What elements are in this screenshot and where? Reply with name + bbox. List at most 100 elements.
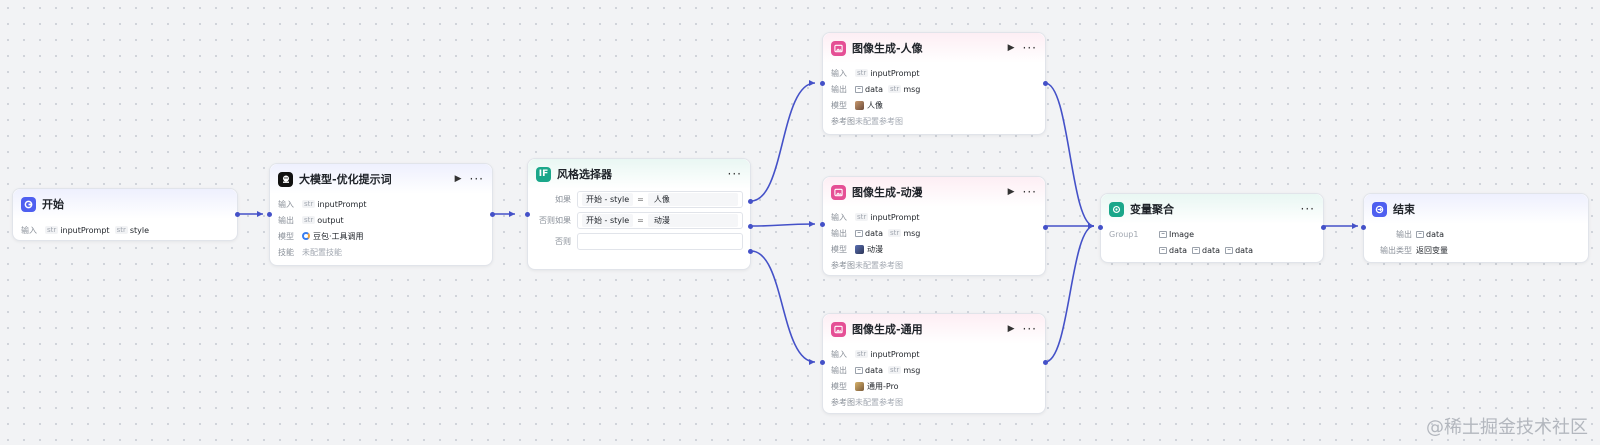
selector-more-button[interactable]: ···: [728, 168, 742, 180]
portrait-node-title: 图像生成-人像: [852, 42, 923, 55]
selector-else-port[interactable]: [748, 249, 753, 254]
aggregate-node-header: 变量聚合 ···: [1101, 194, 1323, 224]
condition-if-operator[interactable]: =: [637, 195, 644, 204]
edge-selector-general: [750, 250, 816, 363]
llm-node[interactable]: 大模型-优化提示词 ▶ ··· 输入 str inputPrompt 输出 str…: [267, 163, 495, 266]
llm-model-value: 豆包·工具调用: [313, 231, 364, 241]
image-gen-anime-node[interactable]: 图像生成-动漫 ▶ ··· 输入 str inputPrompt 输出 data …: [820, 176, 1048, 276]
general-output-label: 输出: [831, 365, 847, 375]
anime-ref-value: 未配置参考图: [855, 260, 903, 270]
general-node-title: 图像生成-通用: [852, 323, 923, 336]
portrait-run-button[interactable]: ▶: [1008, 43, 1015, 53]
aggregate-icon: [1109, 201, 1124, 217]
anime-output-msg: str msg: [888, 228, 921, 238]
anime-output-port[interactable]: [1043, 225, 1048, 230]
aggregate-item-1: data: [1159, 246, 1187, 255]
variable-aggregate-node[interactable]: 变量聚合 ··· Group1 Image data data data: [1098, 193, 1326, 263]
start-icon: [21, 196, 36, 212]
start-node[interactable]: 开始 输入 str inputPrompt str style: [12, 188, 240, 241]
selector-node-header: IF 风格选择器 ···: [528, 159, 750, 189]
connection-edges: [237, 80, 1358, 365]
if-icon: IF: [536, 166, 551, 182]
edge-general-aggregate: [1044, 225, 1095, 363]
anime-node-header: 图像生成-动漫 ▶ ···: [823, 177, 1045, 207]
portrait-model-avatar: [855, 100, 864, 110]
watermark: @稀土掘金技术社区: [1426, 417, 1588, 438]
end-output-type-value: 返回变量: [1416, 245, 1448, 255]
llm-input-var: str inputPrompt: [302, 199, 367, 209]
anime-node-title: 图像生成-动漫: [852, 186, 923, 199]
image-generation-icon: [831, 40, 846, 56]
selector-else-if-port[interactable]: [748, 224, 753, 229]
image-type-icon: [1416, 230, 1424, 238]
start-input-label: 输入: [21, 225, 37, 235]
image-gen-portrait-node[interactable]: 图像生成-人像 ▶ ··· 输入 str inputPrompt 输出 data …: [820, 32, 1048, 135]
end-input-port[interactable]: [1361, 225, 1366, 230]
anime-run-button[interactable]: ▶: [1008, 187, 1015, 197]
llm-icon: [278, 171, 293, 187]
style-selector-node[interactable]: IF 风格选择器 ··· 如果 开始 - style = 人像 否则如果 开始 …: [525, 158, 753, 270]
llm-input-port[interactable]: [267, 212, 272, 217]
portrait-output-port[interactable]: [1043, 81, 1048, 86]
general-model-avatar: [855, 381, 864, 391]
aggregate-more-button[interactable]: ···: [1301, 203, 1315, 215]
general-ref-label: 参考图: [831, 397, 855, 407]
condition-else-if-operator[interactable]: =: [637, 216, 644, 225]
condition-else-if[interactable]: 否则如果 开始 - style = 动漫: [528, 210, 750, 231]
portrait-more-button[interactable]: ···: [1023, 42, 1037, 54]
end-output-type-label: 输出类型: [1380, 245, 1412, 255]
anime-model-value: 动漫: [867, 244, 883, 254]
image-type-icon: [1159, 230, 1167, 238]
portrait-ref-label: 参考图: [831, 116, 855, 126]
llm-output-port[interactable]: [490, 212, 495, 217]
end-node[interactable]: 结束 输出 data 输出类型 返回变量: [1361, 193, 1589, 263]
anime-input-port[interactable]: [820, 222, 825, 227]
selector-if-port[interactable]: [748, 199, 753, 204]
llm-more-button[interactable]: ···: [470, 173, 484, 185]
aggregate-input-port[interactable]: [1098, 225, 1103, 230]
portrait-output-msg: str msg: [888, 84, 921, 94]
condition-else-if-variable[interactable]: 开始 - style: [582, 214, 634, 227]
general-run-button[interactable]: ▶: [1008, 324, 1015, 334]
image-type-icon: [1159, 246, 1167, 254]
portrait-model-label: 模型: [831, 100, 847, 110]
general-output-msg: str msg: [888, 365, 921, 375]
edge-selector-portrait: [750, 82, 816, 202]
selector-node-title: 风格选择器: [557, 168, 612, 181]
anime-input-var: str inputPrompt: [855, 212, 920, 222]
image-gen-general-node[interactable]: 图像生成-通用 ▶ ··· 输入 str inputPrompt 输出 data …: [820, 313, 1048, 414]
selector-input-port[interactable]: [525, 212, 530, 217]
edge-portrait-aggregate: [1044, 82, 1095, 227]
image-type-icon: [1192, 246, 1201, 254]
condition-else-if-value[interactable]: 动漫: [647, 214, 738, 227]
end-icon: [1372, 201, 1387, 217]
aggregate-output-port[interactable]: [1321, 225, 1326, 230]
condition-if-value[interactable]: 人像: [647, 193, 738, 206]
aggregate-group-type: Image: [1159, 230, 1194, 239]
start-output-port[interactable]: [235, 212, 240, 217]
general-node-header: 图像生成-通用 ▶ ···: [823, 314, 1045, 344]
condition-if[interactable]: 如果 开始 - style = 人像: [528, 189, 750, 210]
edge-selector-anime: [750, 223, 816, 227]
condition-else[interactable]: 否则: [528, 231, 750, 252]
portrait-ref-value: 未配置参考图: [855, 116, 903, 126]
general-more-button[interactable]: ···: [1023, 323, 1037, 335]
image-type-icon: [855, 85, 863, 93]
anime-output-label: 输出: [831, 228, 847, 238]
general-input-port[interactable]: [820, 360, 825, 365]
condition-if-variable[interactable]: 开始 - style: [582, 193, 634, 206]
portrait-input-var: str inputPrompt: [855, 68, 920, 78]
general-model-value: 通用-Pro: [867, 381, 899, 391]
aggregate-group-label: Group1: [1109, 229, 1139, 239]
general-output-port[interactable]: [1043, 360, 1048, 365]
aggregate-item-3: data: [1225, 246, 1253, 255]
aggregate-item-2: data: [1192, 246, 1220, 255]
general-ref-value: 未配置参考图: [855, 397, 903, 407]
end-node-header: 结束: [1364, 194, 1588, 224]
anime-more-button[interactable]: ···: [1023, 186, 1037, 198]
portrait-input-port[interactable]: [820, 81, 825, 86]
anime-input-label: 输入: [831, 212, 847, 222]
llm-run-button[interactable]: ▶: [455, 174, 462, 184]
image-generation-icon: [831, 321, 846, 337]
portrait-input-label: 输入: [831, 68, 847, 78]
